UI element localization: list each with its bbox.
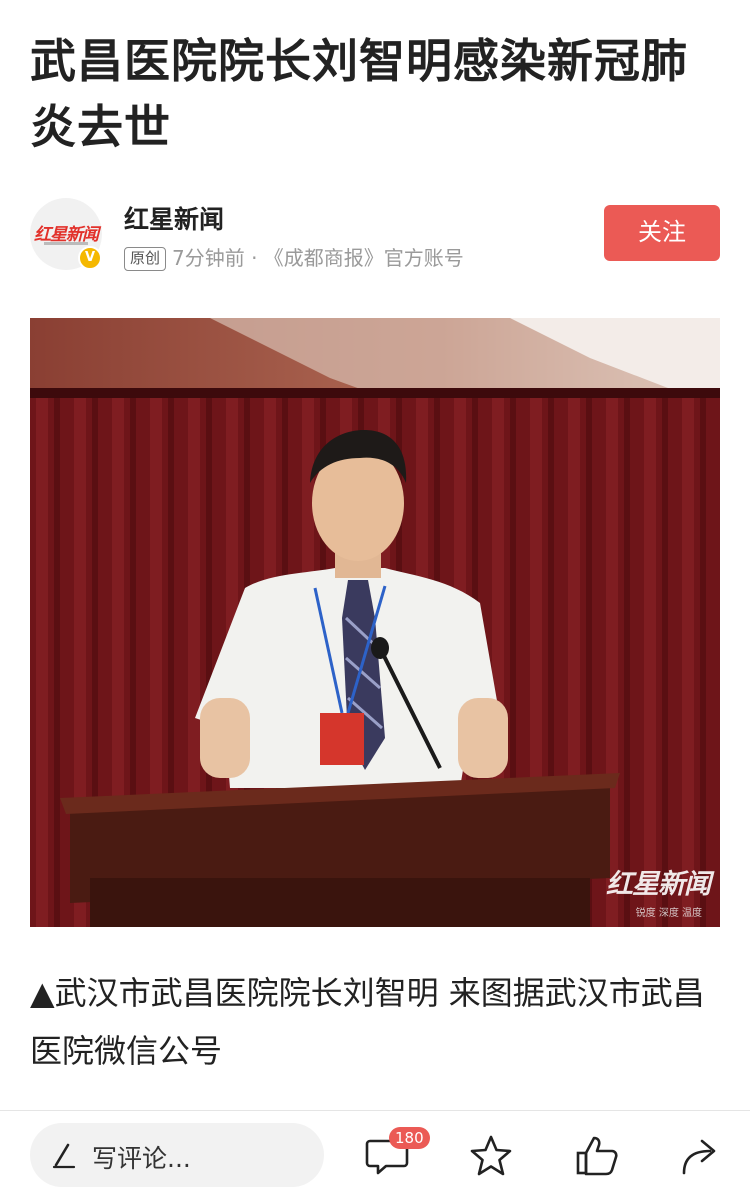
- article-meta: 原创 7分钟前 · 《成都商报》官方账号: [124, 242, 464, 271]
- comment-placeholder: 写评论...: [92, 1144, 191, 1173]
- photo-watermark: 红星新闻: [606, 869, 711, 900]
- publish-info: 7分钟前 · 《成都商报》官方账号: [172, 246, 464, 270]
- article-photo[interactable]: 红星新闻 锐度 深度 温度: [30, 318, 720, 927]
- photo-caption: ▲武汉市武昌医院院长刘智明 来图据武汉市武昌医院微信公号: [30, 974, 705, 1070]
- comment-input[interactable]: 写评论...: [30, 1123, 324, 1187]
- photo-watermark-sub: 锐度 深度 温度: [635, 908, 702, 919]
- avatar-underline: [44, 242, 88, 245]
- avatar[interactable]: 红星新闻 V: [30, 198, 102, 270]
- author-name[interactable]: 红星新闻: [124, 200, 224, 236]
- bottom-action-bar: 写评论... 180: [0, 1110, 750, 1199]
- original-tag: 原创: [124, 247, 167, 271]
- pen-icon: [52, 1143, 76, 1169]
- share-icon[interactable]: [678, 1133, 724, 1179]
- comment-count-badge: 180: [389, 1127, 430, 1149]
- author-row: 红星新闻 V 红星新闻 原创 7分钟前 · 《成都商报》官方账号 关注: [30, 198, 720, 278]
- follow-button[interactable]: 关注: [604, 205, 720, 261]
- like-icon[interactable]: [574, 1133, 620, 1179]
- verified-badge: V: [78, 246, 102, 270]
- speaker-photo-illustration: [30, 318, 720, 927]
- article-title: 武昌医院院长刘智明感染新冠肺炎去世: [30, 34, 688, 154]
- star-icon[interactable]: [468, 1133, 514, 1179]
